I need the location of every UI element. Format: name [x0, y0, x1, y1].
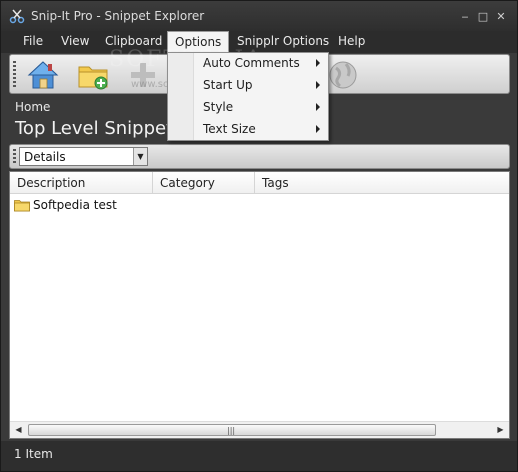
menu-item-text-size[interactable]: Text Size: [195, 119, 328, 141]
submenu-arrow-icon: [316, 81, 320, 89]
menu-item-label: Auto Comments: [203, 56, 300, 70]
window-title: Snip-It Pro - Snippet Explorer: [31, 9, 205, 23]
menu-view[interactable]: View: [54, 31, 96, 53]
menu-file[interactable]: File: [16, 31, 50, 53]
view-bar: Details ▼: [9, 144, 510, 169]
item-count: 1 Item: [14, 447, 53, 461]
title-bar[interactable]: Snip-It Pro - Snippet Explorer ‒ □ ✕: [1, 1, 517, 31]
viewbar-grip[interactable]: [13, 149, 16, 165]
menu-help[interactable]: Help: [331, 31, 372, 53]
scrollbar-thumb[interactable]: |||: [28, 424, 436, 436]
menu-item-auto-comments[interactable]: Auto Comments: [195, 53, 328, 75]
home-icon[interactable]: [26, 58, 60, 92]
submenu-arrow-icon: [316, 59, 320, 67]
globe-icon[interactable]: [326, 58, 360, 92]
column-category[interactable]: Category: [153, 172, 255, 194]
minimize-button[interactable]: ‒: [459, 11, 471, 23]
column-description[interactable]: Description: [10, 172, 153, 194]
menu-item-label: Start Up: [203, 78, 253, 92]
menu-item-style[interactable]: Style: [195, 97, 328, 119]
submenu-arrow-icon: [316, 103, 320, 111]
view-mode-value: Details: [24, 150, 66, 164]
breadcrumb[interactable]: Home: [15, 100, 50, 114]
list-item-description: Softpedia test: [33, 198, 117, 212]
folder-icon: [14, 200, 30, 212]
scroll-right-arrow-icon[interactable]: ▶: [492, 422, 509, 438]
submenu-arrow-icon: [316, 125, 320, 133]
close-button[interactable]: ✕: [495, 11, 507, 23]
menu-gutter: [168, 53, 194, 140]
options-dropdown: Auto Comments Start Up Style Text Size: [167, 52, 329, 141]
menu-item-label: Text Size: [203, 122, 256, 136]
page-title: Top Level Snippets: [15, 118, 183, 139]
app-window: Snip-It Pro - Snippet Explorer ‒ □ ✕ Fil…: [0, 0, 518, 472]
chevron-down-icon[interactable]: ▼: [133, 148, 147, 165]
maximize-button[interactable]: □: [477, 11, 489, 23]
menu-item-label: Style: [203, 100, 234, 114]
new-folder-icon[interactable]: [76, 58, 110, 92]
horizontal-scrollbar[interactable]: ◀ ||| ▶: [10, 421, 509, 438]
scissors-app-icon: [9, 9, 25, 24]
column-tags[interactable]: Tags: [255, 172, 509, 194]
scrollbar-grip: |||: [227, 426, 236, 435]
menu-item-start-up[interactable]: Start Up: [195, 75, 328, 97]
view-mode-select[interactable]: Details ▼: [19, 147, 148, 166]
snippet-list[interactable]: Description Category Tags Softpedia test…: [9, 171, 510, 439]
status-bar: 1 Item: [1, 441, 517, 471]
toolbar-grip[interactable]: [13, 61, 16, 89]
scroll-left-arrow-icon[interactable]: ◀: [10, 422, 27, 438]
